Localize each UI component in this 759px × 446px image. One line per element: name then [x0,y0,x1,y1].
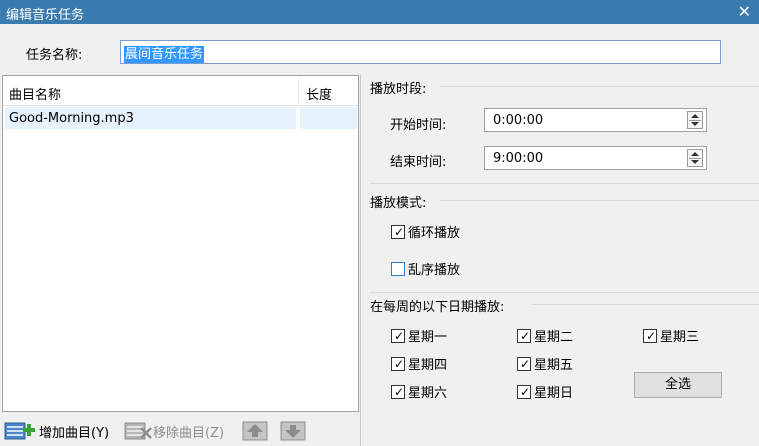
column-separator[interactable] [298,78,299,104]
end-time-spinner[interactable] [687,149,703,167]
mode-group-title: 播放模式: [370,196,427,211]
day-checkbox-saturday[interactable]: ✓ 星期六 [391,382,447,401]
spin-up-icon[interactable] [691,114,699,118]
add-track-icon [4,420,35,442]
group-divider [370,292,759,293]
select-all-button[interactable]: 全选 [634,372,722,398]
move-down-icon [280,420,306,442]
day-label: 星期六 [408,386,448,401]
group-divider [370,183,759,184]
day-checkbox-monday[interactable]: ✓ 星期一 [391,326,447,345]
day-checkbox-sunday[interactable]: ✓ 星期日 [517,382,573,401]
close-icon[interactable]: ✕ [738,2,751,21]
remove-track-button[interactable]: 移除曲目(Z) [124,420,224,442]
end-time-input[interactable]: 9:00:00 [484,146,707,170]
add-track-label: 增加曲目(Y) [39,425,110,441]
track-toolbar: 增加曲目(Y) 移除曲目(Z) [0,414,360,446]
track-name-cell: Good-Morning.mp3 [9,111,134,126]
day-label: 星期三 [660,330,700,345]
start-time-label: 开始时间: [390,118,447,133]
day-label: 星期一 [408,330,448,345]
start-time-input[interactable]: 0:00:00 [484,108,707,132]
move-down-button[interactable] [280,420,306,442]
spin-divider [689,120,701,121]
check-icon: ✓ [394,356,405,371]
period-group-title: 播放时段: [370,82,427,97]
panel-divider [360,75,361,446]
title-bar: 编辑音乐任务 ✕ [0,0,759,24]
task-name-value: 晨间音乐任务 [124,46,205,63]
day-checkbox-box[interactable]: ✓ [643,328,657,343]
day-label: 星期二 [534,330,574,345]
day-checkbox-box[interactable]: ✓ [517,384,531,399]
day-checkbox-box[interactable]: ✓ [391,384,405,399]
spin-down-icon[interactable] [691,160,699,164]
check-icon: ✓ [394,328,405,343]
spin-up-icon[interactable] [691,152,699,156]
day-checkbox-box[interactable]: ✓ [391,328,405,343]
check-icon: ✓ [520,384,531,399]
column-header-length[interactable]: 长度 [306,84,332,103]
shuffle-label: 乱序播放 [408,263,461,278]
group-divider [532,304,759,305]
loop-label: 循环播放 [408,226,461,241]
check-icon: ✓ [394,384,405,399]
column-header-name[interactable]: 曲目名称 [9,84,61,103]
check-icon: ✓ [520,356,531,371]
day-checkbox-thursday[interactable]: ✓ 星期四 [391,354,447,373]
track-list-header: 曲目名称 长度 [3,76,358,106]
day-checkbox-box[interactable]: ✓ [517,328,531,343]
check-icon: ✓ [520,328,531,343]
task-name-input[interactable]: 晨间音乐任务 [120,40,721,64]
move-up-button[interactable] [242,420,268,442]
loop-checkbox-box[interactable]: ✓ [391,224,405,239]
add-track-button[interactable]: 增加曲目(Y) [4,420,109,442]
track-list[interactable]: 曲目名称 长度 Good-Morning.mp3 [2,75,359,412]
end-time-label: 结束时间: [390,155,447,170]
table-row[interactable]: Good-Morning.mp3 [5,107,357,129]
move-up-icon [242,420,268,442]
group-divider [440,200,759,201]
spin-divider [689,158,701,159]
remove-track-label: 移除曲目(Z) [153,425,225,441]
group-divider [440,86,759,87]
day-label: 星期五 [534,358,574,373]
check-icon: ✓ [646,328,657,343]
task-name-label: 任务名称: [26,48,83,63]
day-checkbox-box[interactable]: ✓ [391,356,405,371]
day-checkbox-friday[interactable]: ✓ 星期五 [517,354,573,373]
day-label: 星期四 [408,358,448,373]
start-time-value: 0:00:00 [493,113,544,128]
day-checkbox-tuesday[interactable]: ✓ 星期二 [517,326,573,345]
spin-down-icon[interactable] [691,122,699,126]
check-icon: ✓ [394,224,405,239]
window-title: 编辑音乐任务 [6,8,85,23]
loop-checkbox[interactable]: ✓ 循环播放 [391,222,460,241]
day-checkbox-wednesday[interactable]: ✓ 星期三 [643,326,699,345]
start-time-spinner[interactable] [687,111,703,129]
remove-track-icon [124,420,152,442]
shuffle-checkbox-box[interactable] [391,261,405,276]
days-group-title: 在每周的以下日期播放: [370,300,505,315]
day-label: 星期日 [534,386,574,401]
track-length-cell [300,107,357,129]
day-checkbox-box[interactable]: ✓ [517,356,531,371]
shuffle-checkbox[interactable]: 乱序播放 [391,259,460,278]
end-time-value: 9:00:00 [493,151,544,166]
